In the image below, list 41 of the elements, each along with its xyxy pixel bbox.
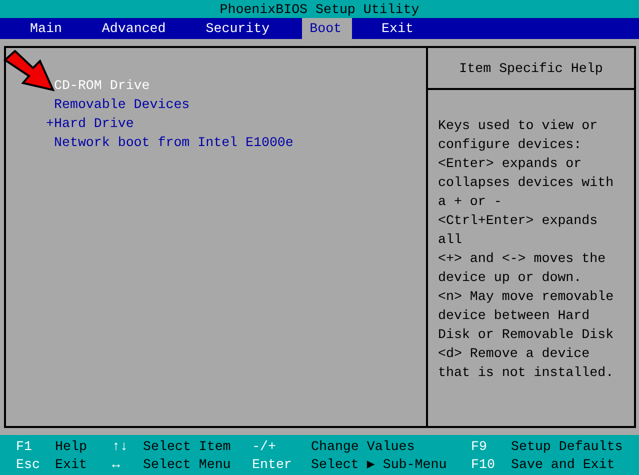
boot-device-item[interactable]: Hard Drive: [54, 116, 134, 131]
help-text-line: Disk or Removable Disk: [438, 326, 615, 344]
menu-tab[interactable]: Main: [22, 18, 72, 39]
help-text-line: <Enter> expands or: [438, 155, 583, 173]
menu-tab[interactable]: Exit: [374, 18, 424, 39]
key-action: Exit: [55, 456, 88, 472]
help-text-line: Keys used to view or: [438, 117, 599, 135]
key-action: Select Menu: [143, 456, 232, 472]
key-label: F1: [16, 438, 33, 454]
key-label: -/+: [252, 438, 277, 454]
menu-tab[interactable]: Boot: [302, 18, 352, 39]
help-text-line: device up or down.: [438, 269, 583, 287]
help-text-line: <+> and <-> moves the: [438, 250, 607, 268]
key-label: Enter: [252, 456, 293, 472]
key-action: Setup Defaults: [511, 438, 624, 454]
key-label: ↔: [112, 456, 121, 472]
help-text-line: all: [438, 231, 463, 249]
help-text-line: a + or -: [438, 193, 503, 211]
key-action: Save and Exit: [511, 456, 616, 472]
key-label: Esc: [16, 456, 41, 472]
help-text-line: <d> Remove a device: [438, 345, 591, 363]
help-text-line: configure devices:: [438, 136, 583, 154]
menu-tab[interactable]: Advanced: [94, 18, 176, 39]
key-action: Select Item: [143, 438, 232, 454]
help-title: Item Specific Help: [459, 60, 603, 76]
key-label: ↑↓: [112, 438, 129, 454]
key-action: Change Values: [311, 438, 416, 454]
expand-marker: +: [46, 116, 54, 131]
help-text-line: <n> May move removable: [438, 288, 615, 306]
key-label: F10: [471, 456, 496, 472]
help-text-line: collapses devices with: [438, 174, 615, 192]
help-text-line: device between Hard: [438, 307, 591, 325]
help-text-line: that is not installed.: [438, 364, 615, 382]
menu-tab[interactable]: Security: [198, 18, 280, 39]
key-action: Help: [55, 438, 88, 454]
key-label: F9: [471, 438, 488, 454]
boot-device-item[interactable]: Network boot from Intel E1000e: [54, 135, 294, 150]
window-title: PhoenixBIOS Setup Utility: [220, 2, 420, 16]
key-action: Select ▶ Sub-Menu: [311, 456, 448, 472]
help-text-line: <Ctrl+Enter> expands: [438, 212, 599, 230]
boot-device-item[interactable]: Removable Devices: [54, 97, 190, 112]
